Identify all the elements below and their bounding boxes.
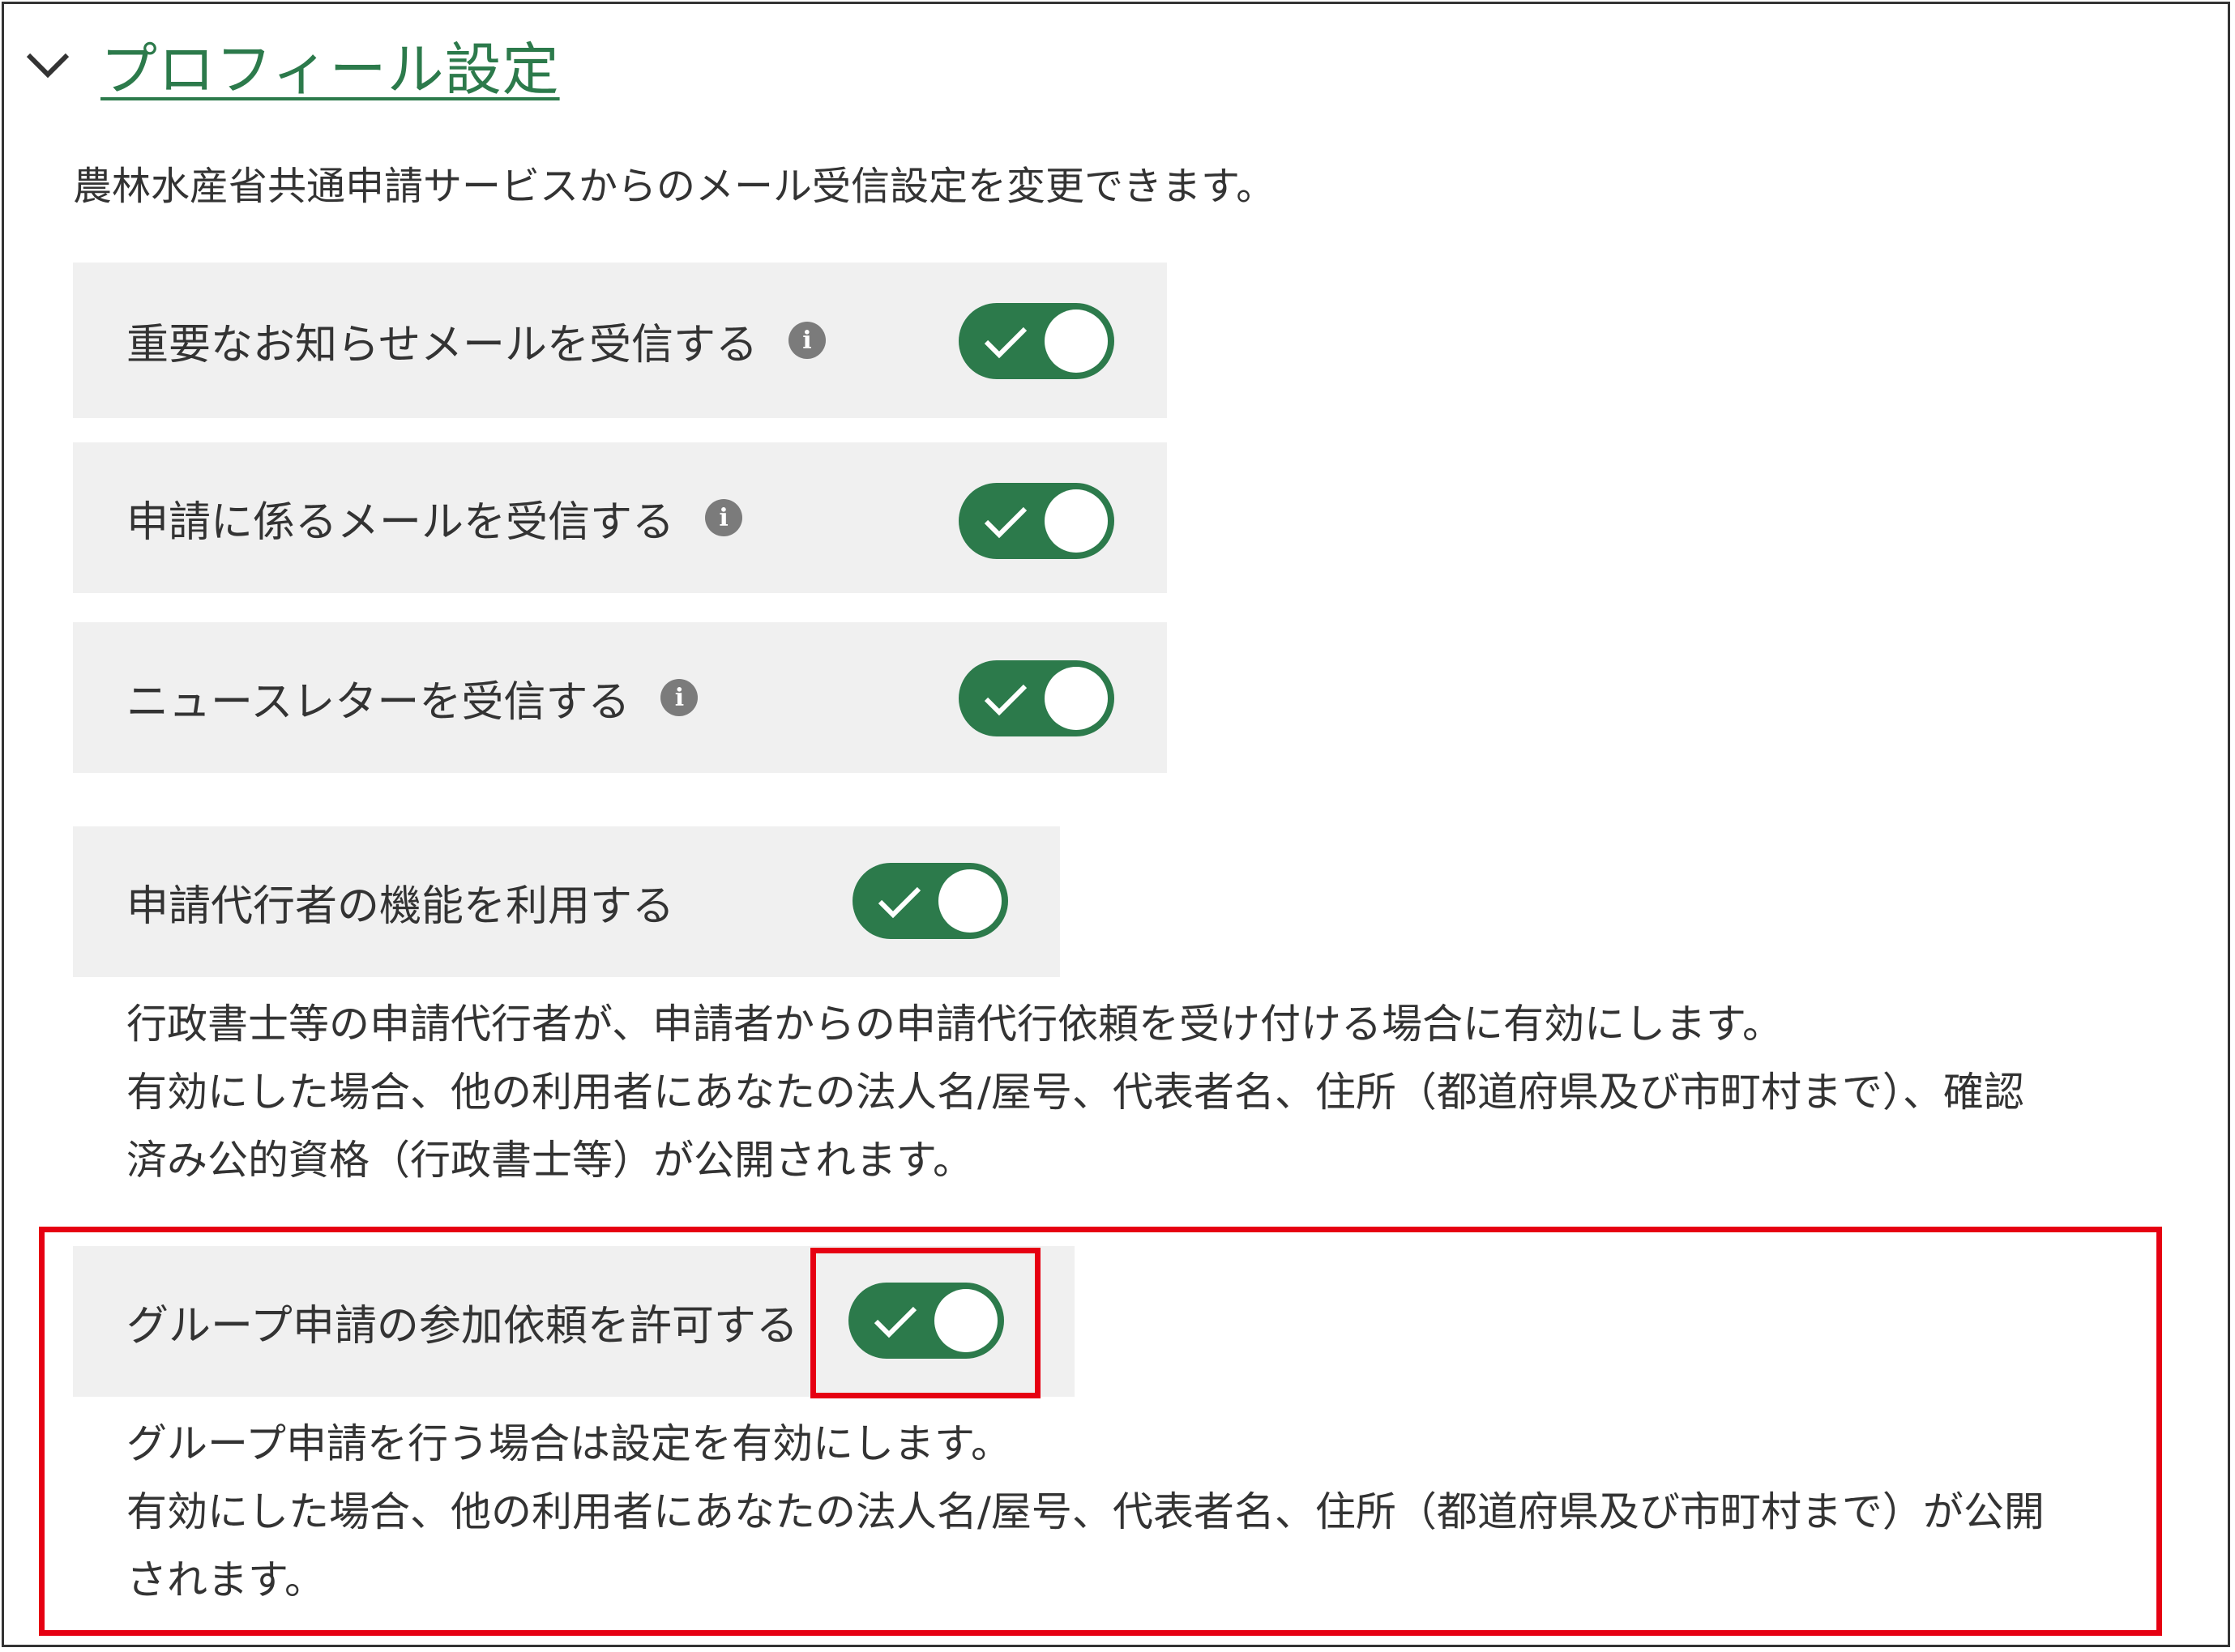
- highlight-group-section: [39, 1227, 2162, 1636]
- setting-label: 申請に係るメールを受信する: [126, 497, 675, 547]
- section-intro: 農林水産省共通申請サービスからのメール受信設定を変更できます。: [73, 164, 1276, 209]
- toggle-knob: [1045, 667, 1108, 730]
- section-title[interactable]: プロフィール設定: [100, 24, 560, 106]
- check-icon: [878, 886, 921, 919]
- toggle-important-mail[interactable]: [959, 303, 1114, 379]
- check-icon: [984, 684, 1028, 716]
- section-header[interactable]: プロフィール設定: [23, 24, 560, 105]
- desc-line: 有効にした場合、他の利用者にあなたの法人名/屋号、代表者名、住所（都道府県及び市…: [126, 1069, 2024, 1116]
- proxy-description: 行政書士等の申請代行者が、申請者からの申請代行依頼を受け付ける場合に有効にします…: [126, 990, 2024, 1194]
- toggle-knob: [1045, 309, 1108, 373]
- check-icon: [984, 327, 1028, 359]
- toggle-application-mail[interactable]: [959, 483, 1114, 559]
- toggle-newsletter[interactable]: [959, 660, 1114, 736]
- desc-line: 行政書士等の申請代行者が、申請者からの申請代行依頼を受け付ける場合に有効にします…: [126, 1001, 1783, 1048]
- setting-label: ニュースレターを受信する: [126, 677, 630, 727]
- desc-line: 済み公的資格（行政書士等）が公開されます。: [126, 1137, 973, 1184]
- info-icon[interactable]: i: [788, 322, 826, 359]
- highlight-group-toggle: [810, 1248, 1041, 1398]
- setting-label: 重要なお知らせメールを受信する: [126, 320, 758, 369]
- info-icon[interactable]: i: [660, 679, 699, 716]
- toggle-knob: [938, 869, 1002, 933]
- check-icon: [984, 506, 1028, 539]
- chevron-down-icon[interactable]: [23, 40, 73, 90]
- setting-label: 申請代行者の機能を利用する: [126, 881, 675, 931]
- toggle-knob: [1045, 489, 1108, 553]
- info-icon[interactable]: i: [705, 499, 743, 536]
- toggle-proxy[interactable]: [853, 863, 1008, 939]
